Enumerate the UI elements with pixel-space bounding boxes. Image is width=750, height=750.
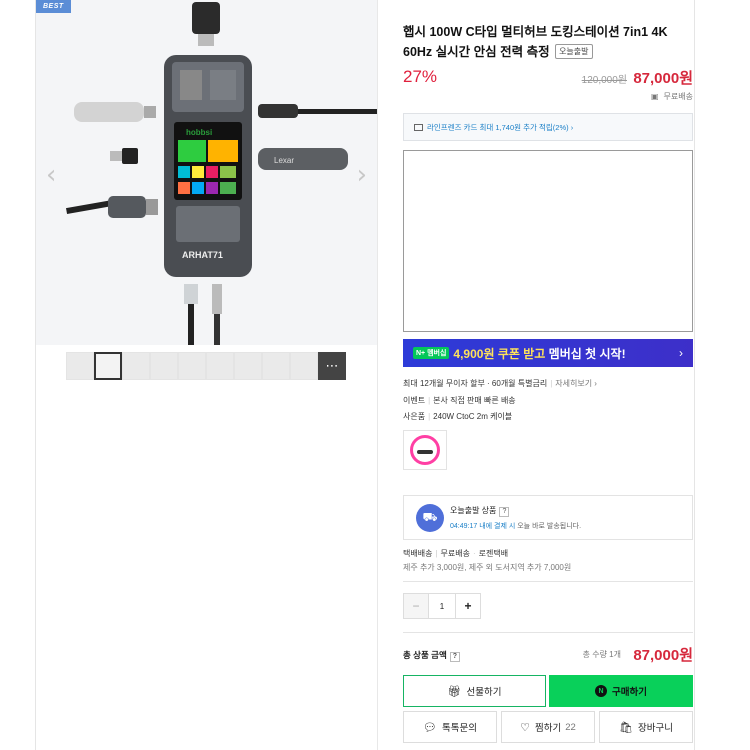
event-info: 이벤트 | 본사 직접 판매 빠른 배송	[403, 396, 516, 405]
more-thumbnails-icon[interactable]: ⋯	[318, 352, 346, 380]
today-ship-title: 오늘출발 상품	[450, 506, 497, 515]
product-image-gallery[interactable]: hobbsi ARHAT71 Lexar BEST ‹ ›	[36, 0, 377, 345]
prev-image-arrow[interactable]: ‹	[46, 160, 56, 190]
flash-drive-label: Lexar	[274, 156, 294, 165]
today-ship-chip: 오늘출발	[555, 44, 593, 59]
quantity-stepper: − 1 +	[403, 593, 481, 619]
thumbnail[interactable]	[290, 352, 318, 380]
divider	[403, 581, 693, 582]
thumbnail[interactable]	[262, 352, 290, 380]
delivery-info: 택배배송 | 무료배송 · 로젠택배	[403, 549, 509, 558]
thumbnail[interactable]	[66, 352, 94, 380]
gift-button[interactable]: 🎁︎ 선물하기	[403, 675, 546, 707]
quantity-increase-button[interactable]: +	[456, 594, 480, 618]
help-icon[interactable]: ?	[449, 652, 460, 662]
help-icon[interactable]: ?	[499, 507, 510, 517]
total-price: 87,000원	[633, 647, 693, 664]
talk-inquiry-button[interactable]: 💬︎ 톡톡문의	[403, 711, 497, 743]
thumbnail[interactable]	[178, 352, 206, 380]
device-model-text: ARHAT71	[182, 250, 223, 260]
next-image-arrow[interactable]: ›	[357, 160, 367, 190]
membership-coupon-banner[interactable]: N+ 멤버십 4,900원 쿠폰 받고 멤버십 첫 시작! ›	[403, 339, 693, 367]
gift-thumbnail[interactable]	[403, 430, 447, 470]
thumbnail[interactable]	[122, 352, 150, 380]
original-price: 120,000원	[581, 75, 627, 86]
free-shipping-tag: ▣ 무료배송	[650, 92, 693, 101]
delivery-truck-icon: ⛟	[416, 504, 444, 532]
npay-membership-badge: N+ 멤버십	[413, 347, 450, 359]
buy-button[interactable]: N 구매하기	[549, 675, 693, 707]
quantity-decrease-button[interactable]: −	[404, 594, 428, 618]
coupon-amount: 4,900원 쿠폰 받고	[453, 346, 546, 361]
wishlist-count: 22	[565, 721, 576, 733]
empty-content-box	[403, 150, 693, 332]
coupon-text: 멤버십 첫 시작!	[545, 346, 626, 361]
cart-button[interactable]: 🛍︎ 장바구니	[599, 711, 693, 743]
thumbnail[interactable]	[150, 352, 178, 380]
card-benefit-banner[interactable]: 라인프렌즈 카드 최대 1,740원 추가 적립(2%) ›	[403, 113, 693, 141]
total-quantity: 총 수량 1개	[582, 650, 621, 659]
chat-icon: 💬︎	[423, 720, 437, 734]
truck-icon: ▣	[650, 92, 659, 101]
naver-n-icon: N	[595, 685, 608, 697]
wishlist-button[interactable]: ♡ 찜하기 22	[501, 711, 595, 743]
thumbnail-selected[interactable]	[94, 352, 122, 380]
installment-detail-link[interactable]: 자세히보기 ›	[555, 379, 597, 388]
sale-price: 87,000원	[633, 70, 693, 87]
quantity-input[interactable]: 1	[428, 594, 456, 618]
heart-icon: ♡	[520, 720, 531, 734]
thumbnail[interactable]	[206, 352, 234, 380]
thumbnail-strip: ⋯	[66, 352, 346, 380]
product-main-image: hobbsi ARHAT71 Lexar	[66, 2, 377, 345]
cable-icon	[410, 435, 440, 465]
device-brand-text: hobbsi	[186, 128, 212, 137]
divider	[403, 632, 693, 633]
total-label: 총 상품 금액?	[403, 649, 460, 662]
chevron-right-icon: ›	[679, 346, 683, 360]
credit-card-icon	[414, 124, 423, 131]
thumbnail[interactable]	[234, 352, 262, 380]
discount-rate: 27%	[403, 67, 438, 86]
best-badge: BEST	[36, 0, 71, 13]
gift-icon: 🎁︎	[447, 684, 462, 698]
product-title: 햅시 100W C타입 멀티허브 도킹스테이션 7in1 4K 60Hz 실시간…	[403, 25, 668, 59]
delivery-extra-fee: 제주 추가 3,000원, 제주 외 도서지역 추가 7,000원	[403, 563, 572, 572]
column-divider	[377, 0, 378, 750]
shopping-bag-icon: 🛍︎	[619, 720, 633, 734]
gift-info: 사은품 | 240W CtoC 2m 케이블	[403, 412, 513, 421]
installment-info: 최대 12개월 무이자 할부 · 60개월 특별금리 | 자세히보기 ›	[403, 379, 597, 388]
countdown-timer: 04:49:17 내에 결제 시	[450, 523, 516, 530]
today-ship-box: ⛟ 오늘출발 상품? 04:49:17 내에 결제 시 오늘 바로 발송됩니다.	[403, 495, 693, 540]
